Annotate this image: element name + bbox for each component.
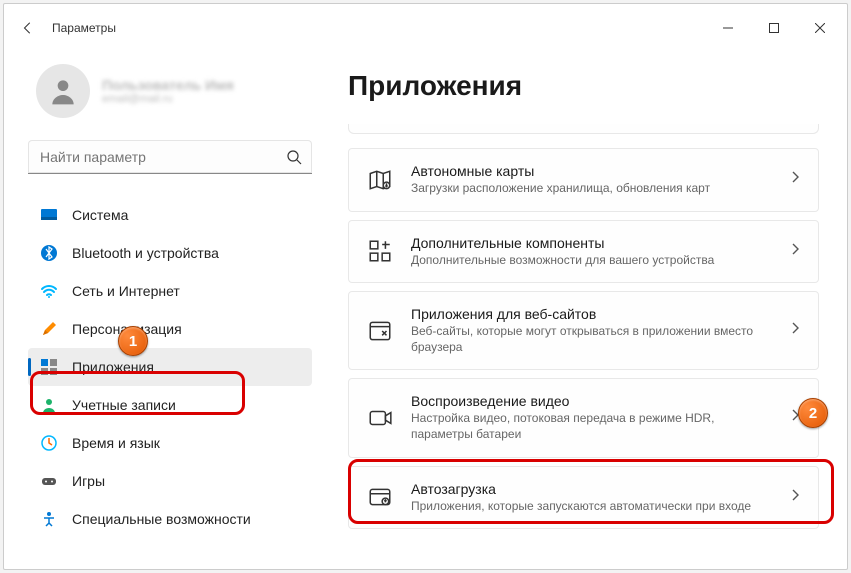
sidebar-item-label: Учетные записи <box>72 397 176 413</box>
card-title: Дополнительные компоненты <box>411 235 772 251</box>
card-subtitle: Загрузки расположение хранилища, обновле… <box>411 181 772 197</box>
back-button[interactable] <box>8 8 48 48</box>
sidebar-item-apps[interactable]: Приложения <box>28 348 312 386</box>
map-icon <box>367 167 393 193</box>
nav-list: Система Bluetooth и устройства Сеть и Ин… <box>28 196 312 538</box>
titlebar: Параметры <box>4 4 847 52</box>
sidebar-item-network[interactable]: Сеть и Интернет <box>28 272 312 310</box>
chevron-right-icon <box>790 321 800 340</box>
sidebar-item-label: Bluetooth и устройства <box>72 245 219 261</box>
card-partial-top <box>348 124 819 134</box>
person-icon <box>40 396 58 414</box>
sidebar-item-label: Приложения <box>72 359 154 375</box>
card-video-playback[interactable]: Воспроизведение видео Настройка видео, п… <box>348 378 819 457</box>
apps-icon <box>40 358 58 376</box>
card-offline-maps[interactable]: Автономные карты Загрузки расположение х… <box>348 148 819 212</box>
display-icon <box>40 206 58 224</box>
maximize-button[interactable] <box>751 12 797 44</box>
sidebar-item-bluetooth[interactable]: Bluetooth и устройства <box>28 234 312 272</box>
card-title: Автозагрузка <box>411 481 772 497</box>
sidebar-item-label: Система <box>72 207 128 223</box>
sidebar-item-label: Игры <box>72 473 105 489</box>
website-app-icon <box>367 318 393 344</box>
sidebar-item-personalization[interactable]: Персонализация <box>28 310 312 348</box>
sidebar-item-accounts[interactable]: Учетные записи <box>28 386 312 424</box>
window-title: Параметры <box>52 21 116 35</box>
card-startup[interactable]: Автозагрузка Приложения, которые запуска… <box>348 466 819 530</box>
card-optional-features[interactable]: Дополнительные компоненты Дополнительные… <box>348 220 819 284</box>
sidebar-item-gaming[interactable]: Игры <box>28 462 312 500</box>
sidebar: Пользователь Имя email@mail.ru Система B… <box>4 52 324 569</box>
card-apps-for-websites[interactable]: Приложения для веб-сайтов Веб-сайты, кот… <box>348 291 819 370</box>
page-title: Приложения <box>348 70 819 102</box>
card-subtitle: Настройка видео, потоковая передача в ре… <box>411 411 772 442</box>
startup-icon <box>367 484 393 510</box>
card-title: Воспроизведение видео <box>411 393 772 409</box>
search-input[interactable] <box>28 140 312 174</box>
chevron-right-icon <box>790 170 800 189</box>
window-controls <box>705 12 843 44</box>
card-title: Приложения для веб-сайтов <box>411 306 772 322</box>
clock-globe-icon <box>40 434 58 452</box>
video-icon <box>367 405 393 431</box>
annotation-badge-1: 1 <box>118 326 148 356</box>
avatar <box>36 64 90 118</box>
sidebar-item-label: Сеть и Интернет <box>72 283 180 299</box>
components-icon <box>367 238 393 264</box>
settings-window: Параметры Пользователь Имя email@mail.ru <box>3 3 848 570</box>
chevron-right-icon <box>790 488 800 507</box>
wifi-icon <box>40 282 58 300</box>
main-content: Приложения Автономные карты Загрузки рас… <box>324 52 847 569</box>
sidebar-item-label: Время и язык <box>72 435 160 451</box>
profile-email: email@mail.ru <box>102 93 234 105</box>
annotation-badge-2: 2 <box>798 398 828 428</box>
search-icon <box>286 149 302 165</box>
sidebar-item-accessibility[interactable]: Специальные возможности <box>28 500 312 538</box>
accessibility-icon <box>40 510 58 528</box>
bluetooth-icon <box>40 244 58 262</box>
search-box <box>28 140 312 174</box>
close-button[interactable] <box>797 12 843 44</box>
card-title: Автономные карты <box>411 163 772 179</box>
sidebar-item-label: Специальные возможности <box>72 511 251 527</box>
card-subtitle: Приложения, которые запускаются автомати… <box>411 499 772 515</box>
profile-name: Пользователь Имя <box>102 77 234 93</box>
card-subtitle: Веб-сайты, которые могут открываться в п… <box>411 324 772 355</box>
sidebar-item-time[interactable]: Время и язык <box>28 424 312 462</box>
profile-block[interactable]: Пользователь Имя email@mail.ru <box>28 60 312 122</box>
chevron-right-icon <box>790 242 800 261</box>
card-subtitle: Дополнительные возможности для вашего ус… <box>411 253 772 269</box>
brush-icon <box>40 320 58 338</box>
minimize-button[interactable] <box>705 12 751 44</box>
gamepad-icon <box>40 472 58 490</box>
sidebar-item-system[interactable]: Система <box>28 196 312 234</box>
